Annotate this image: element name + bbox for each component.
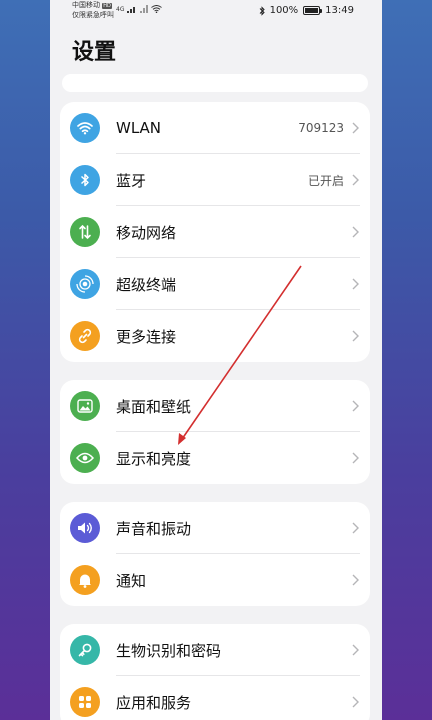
chevron-right-icon [352,122,359,134]
chevron-right-icon [352,278,359,290]
chevron-right-icon [352,522,359,534]
wifi-icon [70,113,100,143]
eye-icon [70,443,100,473]
settings-item-label: 显示和亮度 [116,449,192,468]
settings-item-label: 蓝牙 [116,171,147,190]
chevron-right-icon [352,226,359,238]
bluetooth-status-icon [259,5,265,16]
chevron-right-icon [352,330,359,342]
chevron-right-icon [352,174,359,186]
settings-group-3: 声音和振动 通知 [60,502,370,606]
settings-item[interactable]: 蓝牙 已开启 [60,154,370,206]
settings-item[interactable]: 显示和亮度 [60,432,370,484]
settings-item[interactable]: WLAN 709123 [60,102,370,154]
settings-group-4: 生物识别和密码 应用和服务 [60,624,370,720]
settings-item[interactable]: 通知 [60,554,370,606]
settings-item-label: 通知 [116,571,147,590]
signal-indicators: 4G [116,5,163,13]
link-icon [70,321,100,351]
settings-item-value: 709123 [298,121,344,135]
emergency-text: 仅限紧急呼叫 [72,11,114,19]
status-right: 100% 13:49 [259,5,354,16]
settings-item-label: WLAN [116,119,162,137]
chevron-right-icon [352,574,359,586]
settings-item-label: 超级终端 [116,275,177,294]
settings-item[interactable]: 桌面和壁纸 [60,380,370,432]
settings-group-1: WLAN 709123 蓝牙 已开启移动网络超级终端更多连接 [60,102,370,362]
carrier-info: 中国移动 HD 仅限紧急呼叫 [72,1,114,20]
key-icon [70,635,100,665]
super-device-icon [70,269,100,299]
battery-icon [303,6,323,15]
settings-item-label: 声音和振动 [116,519,192,538]
settings-item[interactable]: 应用和服务 [60,676,370,720]
carrier-badge: HD [102,3,112,9]
chevron-right-icon [352,400,359,412]
signal-off-icon [140,5,149,13]
speaker-icon [70,513,100,543]
settings-item[interactable]: 生物识别和密码 [60,624,370,676]
bell-icon [70,565,100,595]
page-title: 设置 [72,40,117,65]
settings-item-label: 移动网络 [116,223,177,242]
wallpaper-icon [70,391,100,421]
carrier-name: 中国移动 [72,1,100,9]
settings-item[interactable]: 声音和振动 [60,502,370,554]
status-bar: 中国移动 HD 仅限紧急呼叫 4G 100% 13:49 [50,0,382,22]
wifi-status-icon [151,5,163,13]
chevron-right-icon [352,696,359,708]
settings-item[interactable]: 更多连接 [60,310,370,362]
settings-item-value: 已开启 [307,173,344,188]
mobile-data-icon [70,217,100,247]
signal-icon [127,7,136,13]
chevron-right-icon [352,644,359,656]
bluetooth-icon [70,165,100,195]
battery-percent: 100% [269,5,299,16]
settings-item[interactable]: 移动网络 [60,206,370,258]
phone-screen: 中国移动 HD 仅限紧急呼叫 4G 100% 13:49 设置 WLAN 7091… [50,0,382,720]
settings-item-label: 应用和服务 [116,693,192,712]
settings-group-2: 桌面和壁纸显示和亮度 [60,380,370,484]
network-type: 4G [116,6,125,13]
apps-icon [70,687,100,717]
settings-item-label: 生物识别和密码 [116,641,222,660]
settings-item-label: 更多连接 [116,327,177,346]
settings-item[interactable]: 超级终端 [60,258,370,310]
settings-item-label: 桌面和壁纸 [116,397,192,416]
search-bar[interactable] [62,74,368,92]
chevron-right-icon [352,452,359,464]
clock: 13:49 [325,5,354,16]
